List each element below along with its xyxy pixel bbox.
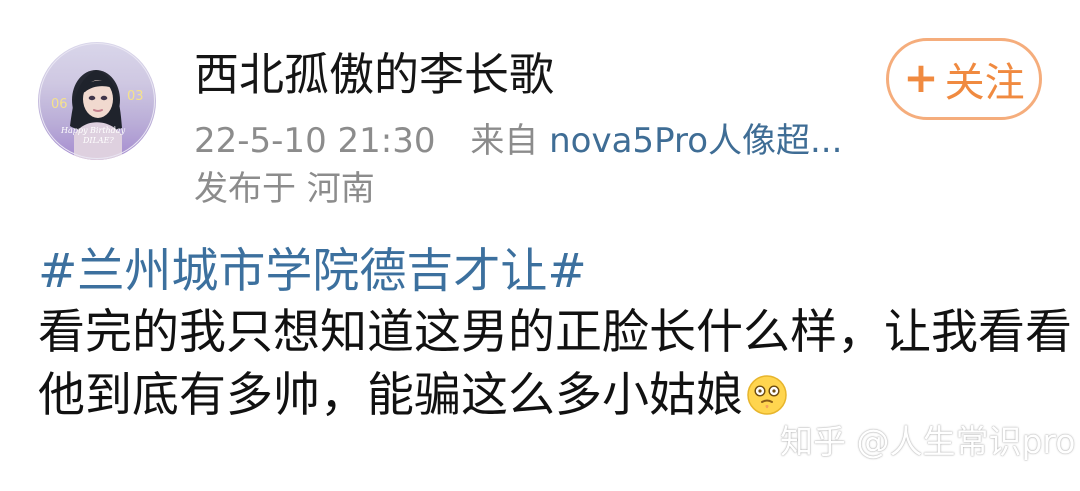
weibo-post: 06 03 Happy Birthday DILAE? 西北孤傲的李长歌 22-…: [0, 0, 1080, 491]
post-location: 发布于 河南: [194, 169, 375, 209]
post-text-line-2-text: 他到底有多帅，能骗这么多小姑娘: [38, 368, 743, 423]
post-meta: 22-5-10 21:30 来自 nova5Pro人像超...: [194, 118, 842, 164]
svg-text:06: 06: [51, 97, 68, 112]
follow-button[interactable]: + 关注: [886, 38, 1042, 120]
post-timestamp: 22-5-10 21:30: [194, 121, 436, 161]
svg-text:Happy Birthday: Happy Birthday: [60, 126, 126, 135]
device-source-link[interactable]: nova5Pro人像超...: [549, 121, 842, 161]
author-name[interactable]: 西北孤傲的李长歌: [194, 44, 554, 106]
speechless-face-emoji-icon: [747, 375, 787, 415]
follow-button-label: 关注: [944, 60, 1025, 106]
svg-text:03: 03: [127, 89, 144, 104]
plus-icon: +: [903, 53, 939, 102]
post-text-line-2: 他到底有多帅，能骗这么多小姑娘: [38, 365, 789, 427]
source-prefix: 来自: [470, 121, 539, 161]
avatar-illustration: 06 03 Happy Birthday DILAE?: [39, 43, 155, 160]
zhihu-watermark: 知乎 @人生常识pro: [780, 422, 1076, 461]
hashtag-link[interactable]: #兰州城市学院德吉才让#: [38, 242, 587, 302]
author-avatar[interactable]: 06 03 Happy Birthday DILAE?: [38, 42, 156, 160]
post-text-line-1: 看完的我只想知道这男的正脸长什么样，让我看看: [38, 305, 1072, 360]
svg-text:DILAE?: DILAE?: [82, 136, 115, 145]
